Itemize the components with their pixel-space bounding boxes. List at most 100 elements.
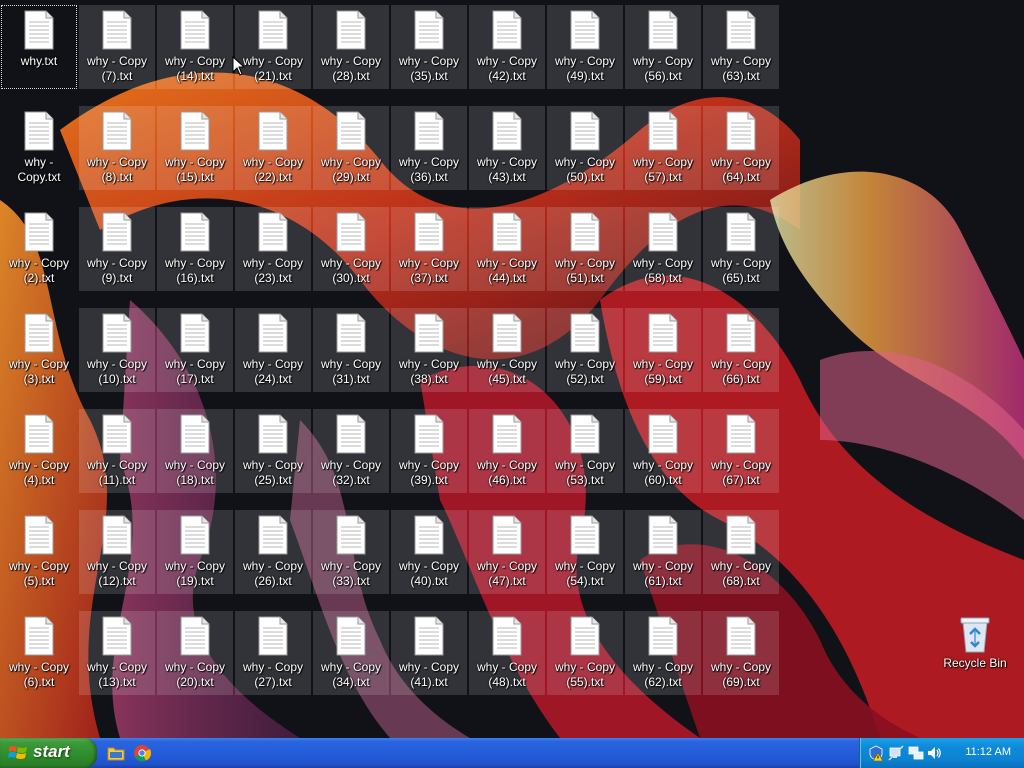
text-document-icon (102, 515, 132, 555)
text-document-icon (492, 414, 522, 454)
desktop[interactable]: why.txt why - Copy.txt why - Copy (2).txt w… (0, 0, 1024, 738)
desktop-file-icon[interactable]: why - Copy (33).txt (313, 510, 389, 594)
desktop-file-icon[interactable]: why - Copy (42).txt (469, 5, 545, 89)
security-alert-icon[interactable] (868, 745, 884, 761)
desktop-file-icon[interactable]: why - Copy.txt (1, 106, 77, 190)
text-document-icon (726, 313, 756, 353)
desktop-file-icon[interactable]: why - Copy (17).txt (157, 308, 233, 392)
desktop-file-icon[interactable]: why - Copy (55).txt (547, 611, 623, 695)
recycle-bin[interactable]: Recycle Bin (936, 612, 1014, 682)
desktop-file-icon[interactable]: why - Copy (41).txt (391, 611, 467, 695)
desktop-file-icon[interactable]: why - Copy (36).txt (391, 106, 467, 190)
chrome-icon[interactable] (133, 744, 151, 762)
desktop-file-icon[interactable]: why - Copy (67).txt (703, 409, 779, 493)
text-document-icon (414, 414, 444, 454)
desktop-file-icon[interactable]: why - Copy (9).txt (79, 207, 155, 291)
desktop-file-icon[interactable]: why - Copy (43).txt (469, 106, 545, 190)
desktop-file-icon[interactable]: why - Copy (31).txt (313, 308, 389, 392)
desktop-file-icon[interactable]: why - Copy (37).txt (391, 207, 467, 291)
desktop-file-icon[interactable]: why - Copy (11).txt (79, 409, 155, 493)
text-document-icon (492, 10, 522, 50)
desktop-file-icon[interactable]: why - Copy (40).txt (391, 510, 467, 594)
desktop-file-icon[interactable]: why - Copy (29).txt (313, 106, 389, 190)
desktop-file-icon[interactable]: why - Copy (46).txt (469, 409, 545, 493)
desktop-file-icon[interactable]: why - Copy (50).txt (547, 106, 623, 190)
start-button[interactable]: start (0, 738, 97, 768)
desktop-file-icon[interactable]: why - Copy (2).txt (1, 207, 77, 291)
desktop-file-icon[interactable]: why - Copy (66).txt (703, 308, 779, 392)
text-document-icon (492, 515, 522, 555)
desktop-file-icon[interactable]: why - Copy (10).txt (79, 308, 155, 392)
file-label: why - Copy (60).txt (632, 458, 694, 487)
desktop-file-icon[interactable]: why - Copy (7).txt (79, 5, 155, 89)
clock[interactable]: 11:12 AM (965, 746, 1011, 758)
text-document-icon (258, 111, 288, 151)
desktop-file-icon[interactable]: why - Copy (48).txt (469, 611, 545, 695)
desktop-file-icon[interactable]: why - Copy (49).txt (547, 5, 623, 89)
desktop-file-icon[interactable]: why - Copy (45).txt (469, 308, 545, 392)
desktop-file-icon[interactable]: why - Copy (52).txt (547, 308, 623, 392)
desktop-file-icon[interactable]: why - Copy (44).txt (469, 207, 545, 291)
desktop-file-icon[interactable]: why - Copy (5).txt (1, 510, 77, 594)
desktop-file-icon[interactable]: why - Copy (24).txt (235, 308, 311, 392)
file-label: why - Copy (64).txt (710, 155, 772, 184)
desktop-file-icon[interactable]: why - Copy (53).txt (547, 409, 623, 493)
desktop-file-icon[interactable]: why - Copy (51).txt (547, 207, 623, 291)
desktop-file-icon[interactable]: why - Copy (39).txt (391, 409, 467, 493)
file-label: why - Copy (34).txt (320, 660, 382, 689)
network-icon[interactable] (908, 745, 924, 761)
desktop-file-icon[interactable]: why - Copy (47).txt (469, 510, 545, 594)
desktop-file-icon[interactable]: why - Copy (64).txt (703, 106, 779, 190)
desktop-file-icon[interactable]: why - Copy (3).txt (1, 308, 77, 392)
text-document-icon (414, 313, 444, 353)
desktop-file-icon[interactable]: why - Copy (61).txt (625, 510, 701, 594)
desktop-file-icon[interactable]: why - Copy (30).txt (313, 207, 389, 291)
desktop-file-icon[interactable]: why - Copy (19).txt (157, 510, 233, 594)
text-document-icon (336, 616, 366, 656)
desktop-file-icon[interactable]: why - Copy (18).txt (157, 409, 233, 493)
desktop-file-icon[interactable]: why - Copy (38).txt (391, 308, 467, 392)
desktop-file-icon[interactable]: why - Copy (56).txt (625, 5, 701, 89)
desktop-file-icon[interactable]: why - Copy (54).txt (547, 510, 623, 594)
desktop-file-icon[interactable]: why - Copy (26).txt (235, 510, 311, 594)
desktop-file-icon[interactable]: why - Copy (8).txt (79, 106, 155, 190)
desktop-file-icon[interactable]: why - Copy (65).txt (703, 207, 779, 291)
desktop-file-icon[interactable]: why - Copy (63).txt (703, 5, 779, 89)
desktop-file-icon[interactable]: why - Copy (21).txt (235, 5, 311, 89)
desktop-file-icon[interactable]: why - Copy (32).txt (313, 409, 389, 493)
file-label: why - Copy (54).txt (554, 559, 616, 588)
file-label: why - Copy (35).txt (398, 54, 460, 83)
desktop-file-icon[interactable]: why - Copy (12).txt (79, 510, 155, 594)
desktop-file-icon[interactable]: why - Copy (16).txt (157, 207, 233, 291)
folder-icon[interactable] (107, 744, 125, 762)
file-label: why - Copy (8).txt (86, 155, 148, 184)
desktop-file-icon[interactable]: why.txt (1, 5, 77, 89)
desktop-file-icon[interactable]: why - Copy (59).txt (625, 308, 701, 392)
desktop-file-icon[interactable]: why - Copy (57).txt (625, 106, 701, 190)
desktop-file-icon[interactable]: why - Copy (58).txt (625, 207, 701, 291)
desktop-file-icon[interactable]: why - Copy (68).txt (703, 510, 779, 594)
file-label: why - Copy (32).txt (320, 458, 382, 487)
text-document-icon (414, 10, 444, 50)
desktop-file-icon[interactable]: why - Copy (13).txt (79, 611, 155, 695)
desktop-file-icon[interactable]: why - Copy (15).txt (157, 106, 233, 190)
volume-icon[interactable] (926, 745, 942, 761)
desktop-file-icon[interactable]: why - Copy (28).txt (313, 5, 389, 89)
desktop-file-icon[interactable]: why - Copy (27).txt (235, 611, 311, 695)
desktop-file-icon[interactable]: why - Copy (35).txt (391, 5, 467, 89)
desktop-file-icon[interactable]: why - Copy (25).txt (235, 409, 311, 493)
desktop-file-icon[interactable]: why - Copy (4).txt (1, 409, 77, 493)
network-disconnected-icon[interactable] (888, 745, 904, 761)
file-label: why - Copy (52).txt (554, 357, 616, 386)
desktop-file-icon[interactable]: why - Copy (22).txt (235, 106, 311, 190)
text-document-icon (492, 212, 522, 252)
desktop-file-icon[interactable]: why - Copy (62).txt (625, 611, 701, 695)
text-document-icon (414, 111, 444, 151)
desktop-file-icon[interactable]: why - Copy (60).txt (625, 409, 701, 493)
desktop-file-icon[interactable]: why - Copy (34).txt (313, 611, 389, 695)
desktop-file-icon[interactable]: why - Copy (6).txt (1, 611, 77, 695)
desktop-file-icon[interactable]: why - Copy (20).txt (157, 611, 233, 695)
desktop-file-icon[interactable]: why - Copy (14).txt (157, 5, 233, 89)
desktop-file-icon[interactable]: why - Copy (23).txt (235, 207, 311, 291)
desktop-file-icon[interactable]: why - Copy (69).txt (703, 611, 779, 695)
